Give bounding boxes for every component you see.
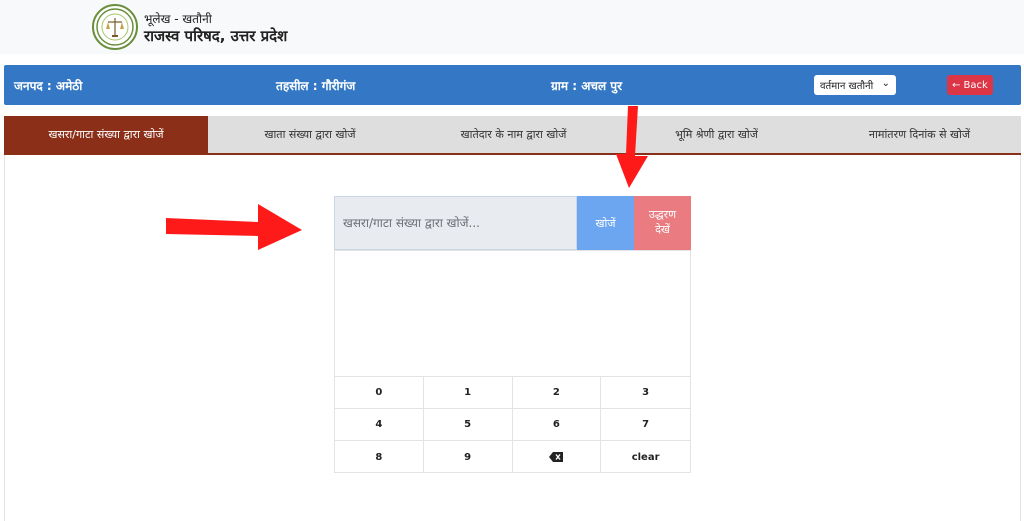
district-label: जनपद : अमेठी [14, 79, 83, 93]
key-7[interactable]: 7 [601, 409, 690, 441]
khasra-search-input[interactable] [334, 196, 577, 250]
revenue-board-logo [92, 4, 138, 50]
key-0[interactable]: 0 [335, 377, 424, 409]
view-example-button[interactable]: उद्धरण देखें [634, 196, 691, 250]
tab-account-search[interactable]: खाता संख्या द्वारा खोजें [208, 116, 412, 153]
key-6[interactable]: 6 [512, 409, 602, 441]
backspace-icon [549, 452, 564, 462]
key-backspace[interactable] [513, 441, 602, 473]
khatauni-select-value: वर्तमान खतौनी [820, 81, 874, 92]
numeric-keypad: 0 1 2 3 4 5 6 7 8 9 clear [335, 376, 690, 473]
key-3[interactable]: 3 [601, 377, 690, 409]
emblem-icon [96, 8, 134, 46]
tehsil-label: तहसील : गौरीगंज [276, 79, 356, 93]
key-2[interactable]: 2 [512, 377, 602, 409]
search-tabs: खसरा/गाटा संख्या द्वारा खोजें खाता संख्य… [4, 116, 1021, 155]
arrow-left-icon: ← [952, 79, 961, 91]
site-subtitle: भूलेख - खतौनी [144, 12, 212, 26]
site-header: भूलेख - खतौनी राजस्व परिषद, उत्तर प्रदेश [0, 0, 1024, 54]
back-button-label: Back [963, 79, 988, 91]
key-8[interactable]: 8 [335, 441, 424, 473]
back-button[interactable]: ← Back [947, 75, 993, 95]
key-5[interactable]: 5 [423, 409, 513, 441]
search-button[interactable]: खोजें [577, 196, 634, 250]
numeric-keypad-panel: 0 1 2 3 4 5 6 7 8 9 clear [334, 250, 691, 473]
key-4[interactable]: 4 [335, 409, 424, 441]
arrow-down-icon [616, 106, 648, 188]
key-9[interactable]: 9 [424, 441, 513, 473]
tab-khasra-search[interactable]: खसरा/गाटा संख्या द्वारा खोजें [4, 116, 208, 153]
page: भूलेख - खतौनी राजस्व परिषद, उत्तर प्रदेश… [0, 0, 1024, 521]
tab-owner-name-search[interactable]: खातेदार के नाम द्वारा खोजें [412, 116, 615, 153]
site-title: राजस्व परिषद, उत्तर प्रदेश [144, 27, 288, 45]
key-clear[interactable]: clear [601, 441, 690, 473]
arrow-right-icon [166, 204, 302, 250]
khatauni-select[interactable]: वर्तमान खतौनी ⌄ [814, 75, 896, 95]
key-1[interactable]: 1 [423, 377, 513, 409]
chevron-down-icon: ⌄ [881, 78, 890, 89]
tab-mutation-date-search[interactable]: नामांतरण दिनांक से खोजें [818, 116, 1021, 153]
location-bar: जनपद : अमेठी तहसील : गौरीगंज ग्राम : अचल… [4, 65, 1021, 105]
village-label: ग्राम : अचल पुर [551, 79, 623, 93]
